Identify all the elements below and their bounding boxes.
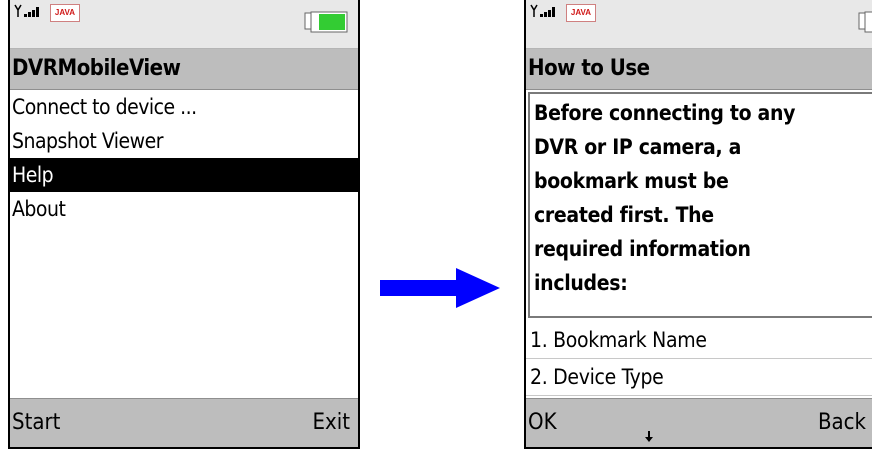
title-bar: How to Use xyxy=(526,49,872,90)
help-text-line: Before connecting to any xyxy=(534,101,796,125)
battery-icon xyxy=(858,11,872,33)
help-text-line: includes: xyxy=(534,271,628,295)
menu-item-connect[interactable]: Connect to device ... xyxy=(10,90,358,124)
help-text-line: created first. The xyxy=(534,203,714,227)
help-text-line: DVR or IP camera, a xyxy=(534,135,742,159)
help-text-line: bookmark must be xyxy=(534,169,729,193)
phone-screen-main-menu: JAVA DVRMobileView Connect to device ...… xyxy=(8,0,360,449)
java-icon: JAVA xyxy=(566,4,596,22)
main-menu: Connect to device ... Snapshot Viewer He… xyxy=(10,90,358,226)
battery-icon xyxy=(304,11,348,33)
help-text-line: required information xyxy=(534,237,751,261)
ok-softkey[interactable]: OK xyxy=(528,410,557,435)
exit-softkey[interactable]: Exit xyxy=(313,410,350,435)
start-softkey[interactable]: Start xyxy=(12,410,60,435)
phone-screen-how-to-use: JAVA How to Use Before connecting to any… xyxy=(524,0,872,449)
arrow-right-icon xyxy=(380,268,500,308)
softkey-bar: OK Back xyxy=(526,398,872,447)
page-title: How to Use xyxy=(528,56,650,81)
status-bar: JAVA xyxy=(10,0,358,49)
softkey-bar: Start Exit xyxy=(10,398,358,447)
title-bar: DVRMobileView xyxy=(10,49,358,90)
status-bar: JAVA xyxy=(526,0,872,49)
java-icon: JAVA xyxy=(50,4,80,22)
signal-icon xyxy=(530,4,555,17)
help-text-box: Before connecting to any DVR or IP camer… xyxy=(528,92,872,318)
list-item-device-type: 2. Device Type xyxy=(526,359,872,396)
page-title: DVRMobileView xyxy=(12,56,181,81)
list-item-bookmark-name: 1. Bookmark Name xyxy=(526,322,872,359)
signal-icon xyxy=(14,4,39,17)
menu-item-about[interactable]: About xyxy=(10,192,358,226)
menu-item-help[interactable]: Help xyxy=(10,158,358,192)
back-softkey[interactable]: Back xyxy=(818,410,866,435)
required-info-list: 1. Bookmark Name 2. Device Type xyxy=(526,322,872,396)
menu-item-snapshot-viewer[interactable]: Snapshot Viewer xyxy=(10,124,358,158)
scroll-down-icon xyxy=(645,431,653,442)
